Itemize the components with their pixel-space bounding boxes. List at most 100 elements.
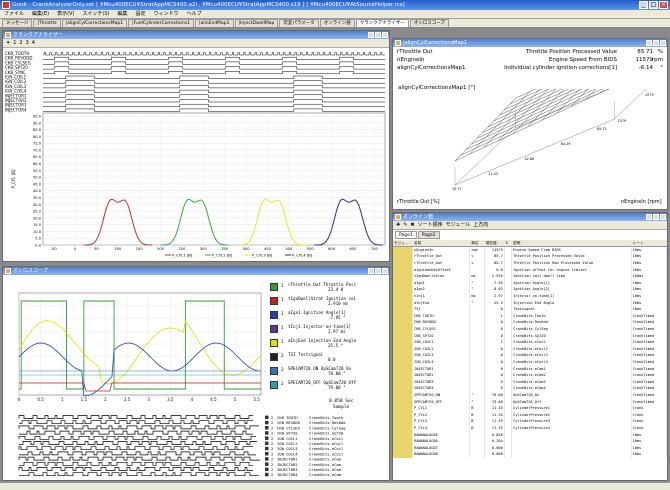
panel-maximize-button[interactable] bbox=[375, 268, 381, 274]
panel-close-button[interactable] bbox=[382, 268, 388, 274]
table-row[interactable]: CKB_CYLSEG 0 CrankBits.CylSeg CrankTimed bbox=[393, 325, 667, 333]
tab-9[interactable]: オシロスコープ bbox=[409, 19, 449, 27]
osc-legend-entry[interactable]: 1 aInjEnd Injection End Angle 25.5 ° bbox=[268, 337, 389, 351]
table-row[interactable]: INJECTOR2 0 CrankBits.eCam2 CrankTimed bbox=[393, 371, 667, 379]
table-row[interactable]: aIgn2 ° -8.02 Ignition Angle[2] 10ms bbox=[393, 286, 667, 293]
osc-legend-entry[interactable]: 2 SPECAM720_ON OpSCam720 On 70.00 ° bbox=[268, 365, 389, 379]
osc-legend-entry[interactable]: 1 aIgn1 Ignition Angle[1] -7.95 ° bbox=[268, 309, 389, 323]
digital-channel-swatch[interactable] bbox=[265, 431, 269, 435]
tab-2[interactable]: |alignCylCorrectionsMap1 bbox=[61, 19, 128, 27]
tab-7[interactable]: オンライン値 bbox=[319, 19, 355, 27]
osc-legend-entry[interactable]: 1 tInj1 Injector on-time[1] 2.97 ms bbox=[268, 323, 389, 337]
edit-icon[interactable]: ✎ bbox=[403, 221, 407, 229]
menu-item-0[interactable]: ファイル bbox=[4, 10, 24, 18]
table-row[interactable]: tIgnDwellStrat ms 2.910 Ignition coil dwell… bbox=[393, 272, 667, 280]
osc-legend-entry[interactable]: 1 rThrottle_Out Throttle Posi 23.4 0 bbox=[268, 281, 389, 295]
series-color-swatch[interactable] bbox=[270, 311, 278, 319]
panel-minimize-button[interactable] bbox=[646, 40, 652, 46]
series-color-swatch[interactable] bbox=[270, 297, 278, 305]
series-color-swatch[interactable] bbox=[270, 339, 278, 347]
table-row[interactable]: SPECAM720_ON ° 70.00 OpSCam720_On CrankTimed bbox=[393, 391, 667, 399]
digital-channel-swatch[interactable] bbox=[265, 420, 269, 425]
table-row[interactable]: RAWANALOG07 0.000 10ms bbox=[393, 444, 667, 451]
menu-item-5[interactable]: 設定 bbox=[136, 10, 146, 18]
table-row[interactable]: INJECTOR4 0 CrankBits.eCam4 CrankTimed bbox=[393, 385, 667, 392]
table-row[interactable]: TSI 0 Testsignal 10ms bbox=[393, 305, 667, 313]
column-header[interactable]: モジュ... bbox=[393, 240, 414, 248]
osc-legend-entry[interactable]: 1 tIgnDwellStrat Ignition coi 2.910 ms bbox=[268, 295, 389, 309]
column-header[interactable]: 説明 bbox=[511, 240, 632, 248]
close-button[interactable]: × bbox=[659, 1, 668, 9]
panel-maximize-button[interactable] bbox=[653, 214, 659, 220]
menu-item-3[interactable]: スイッチ(S) bbox=[82, 10, 109, 18]
menu-item-7[interactable]: ヘルプ bbox=[187, 10, 202, 18]
tab-1[interactable]: |Throttle bbox=[33, 19, 61, 27]
table-row[interactable]: INJECTOR1 0 CrankBits.eCam1 CrankTimed bbox=[393, 365, 667, 372]
map3d-row-value[interactable]: 11579 bbox=[636, 57, 654, 63]
column-header[interactable]: レート bbox=[631, 240, 667, 248]
delete-icon[interactable]: ✖ bbox=[410, 221, 414, 229]
digital-channel-swatch[interactable] bbox=[265, 472, 269, 477]
tab-3[interactable]: |FuelCylinderCorrections1 bbox=[128, 19, 194, 27]
panel-minimize-button[interactable] bbox=[368, 268, 374, 274]
table-row[interactable]: RAWANALOG06 0.284 10ms bbox=[393, 437, 667, 445]
digital-channel-swatch[interactable] bbox=[265, 452, 269, 456]
tab-6[interactable]: 可変パラメータ bbox=[279, 19, 319, 27]
map3d-row-value[interactable]: 85.71 bbox=[637, 49, 653, 55]
column-header[interactable]: 現在値 bbox=[484, 240, 505, 248]
map3d-row-value[interactable]: -6.14 bbox=[639, 65, 653, 71]
tab-8[interactable]: クランクアナライザー bbox=[355, 19, 409, 27]
crank-tool-1[interactable]: 1 bbox=[13, 39, 16, 47]
tab-4[interactable]: |alinEndMap1 bbox=[194, 19, 234, 27]
osc-legend-entry[interactable]: 2 SPECAM720_OFF OpSCam720 Off 79.00 ° bbox=[268, 379, 389, 393]
sort-order-button[interactable]: ソート順序 bbox=[418, 221, 443, 229]
table-row[interactable]: INJECTOR3 0 CrankBits.eCam3 CrankTimed bbox=[393, 378, 667, 386]
table-row[interactable]: rThrottle_Out% 85.7 Throttle Position Raw … bbox=[393, 259, 667, 267]
tab-5[interactable]: |InjectDwellMap bbox=[234, 19, 279, 27]
table-row[interactable]: aInjEnd ° 25.5 Injection End Angle 10ms bbox=[393, 299, 667, 306]
crank-tool-2[interactable]: 2 bbox=[19, 39, 22, 47]
table-row[interactable]: IGN_COIL4 0 CrankBits.eCoil4 CrankTimed bbox=[393, 358, 667, 366]
table-row[interactable]: IGN_COIL2 0 CrankBits.eCoil2 CrankTimed bbox=[393, 345, 667, 353]
table-row[interactable]: rThrottle_Out% 85.7 Throttle Position Proc… bbox=[393, 253, 667, 260]
panel-maximize-button[interactable] bbox=[375, 32, 381, 38]
digital-channel-swatch[interactable] bbox=[265, 436, 269, 440]
menu-item-2[interactable]: 表示(V) bbox=[57, 10, 74, 18]
panel-minimize-button[interactable] bbox=[368, 32, 374, 38]
series-color-swatch[interactable] bbox=[270, 367, 278, 375]
digital-channel-swatch[interactable] bbox=[265, 441, 269, 446]
upward-button[interactable]: 上方向 bbox=[473, 221, 488, 229]
table-row[interactable]: CKB_REVODD 0 CrankBits.RevOdd CrankTimed bbox=[393, 319, 667, 326]
table-row[interactable]: IGN_COIL1 1 CrankBits.eCoil CrankTimed bbox=[393, 338, 667, 346]
digital-channel-swatch[interactable] bbox=[265, 446, 269, 451]
table-row[interactable]: P_CYL4 B 11.35 CylinderPressure4 Crank bbox=[393, 424, 667, 432]
table-row[interactable]: tInj1 ms 2.97 Injector on-time[1] 10ms bbox=[393, 292, 667, 300]
panel-maximize-button[interactable] bbox=[653, 40, 659, 46]
table-row[interactable]: aIgnLeanDetOffset 0.0 Ignition offset for … bbox=[393, 266, 667, 273]
menu-item-6[interactable]: ウィンドウ bbox=[154, 10, 179, 18]
panel-minimize-button[interactable] bbox=[646, 214, 652, 220]
minimize-button[interactable]: _ bbox=[639, 1, 648, 9]
panel-close-button[interactable] bbox=[660, 214, 666, 220]
table-row[interactable]: P_CYL3 B 11.35 CylinderPressure3 Crank bbox=[393, 418, 667, 425]
digital-channel-swatch[interactable] bbox=[265, 467, 269, 472]
table-row[interactable]: RAWANALOG08 0.000 10ms bbox=[393, 451, 667, 458]
crank-tool-3[interactable]: 3 bbox=[26, 39, 29, 47]
column-header[interactable]: E bbox=[504, 240, 513, 248]
series-color-swatch[interactable] bbox=[270, 381, 278, 389]
digital-channel-swatch[interactable] bbox=[265, 462, 269, 466]
series-color-swatch[interactable] bbox=[270, 283, 278, 291]
digital-channel-swatch[interactable] bbox=[265, 415, 269, 420]
menu-item-4[interactable]: 編集 bbox=[117, 10, 127, 18]
table-row[interactable]: SPECAM720_OFF ° 79.00 OpSCam720_Off CrankTim… bbox=[393, 398, 667, 405]
menu-item-1[interactable]: 編集(E) bbox=[32, 10, 49, 18]
digital-channel-swatch[interactable] bbox=[265, 426, 269, 430]
table-row[interactable]: P_CYL2 B 11.35 CylinderPressure2 Crank bbox=[393, 411, 667, 419]
crank-tool-4[interactable]: 4 bbox=[32, 39, 35, 47]
column-header[interactable]: 名前 bbox=[412, 240, 471, 248]
module-button[interactable]: モジュール bbox=[446, 221, 471, 229]
digital-channel-swatch[interactable] bbox=[265, 457, 269, 461]
panel-close-button[interactable] bbox=[382, 32, 388, 38]
tab-0[interactable]: メッセージ bbox=[2, 19, 33, 27]
add-icon[interactable]: ✚ bbox=[396, 221, 400, 229]
